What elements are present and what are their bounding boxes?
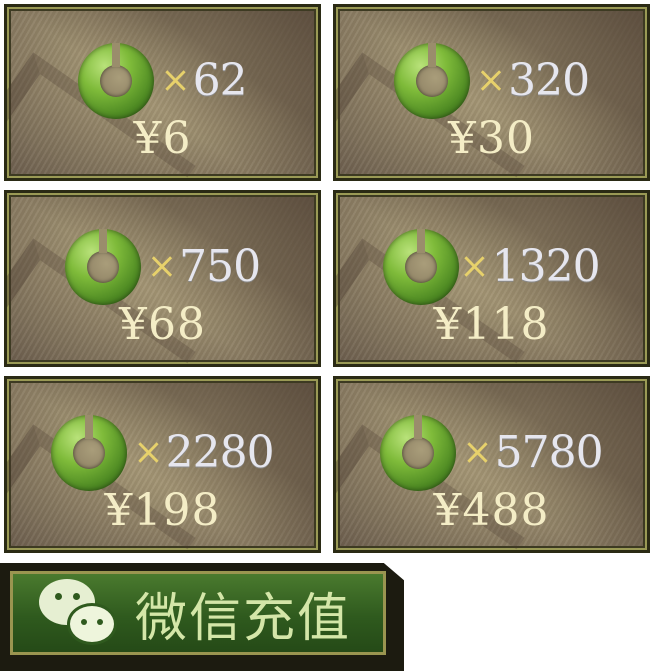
package-quantity: 5780: [494, 427, 604, 478]
package-price: ¥30: [448, 113, 535, 164]
package-price: ¥6: [133, 113, 192, 164]
wechat-recharge-label: 微信充值: [135, 588, 352, 649]
times-sign: ×: [146, 246, 178, 287]
jade-ring-icon: [78, 43, 155, 119]
jade-ring-icon: [393, 43, 470, 119]
package-card-5780[interactable]: × 5780 ¥488: [333, 376, 650, 553]
package-card-2280[interactable]: × 2280 ¥198: [4, 376, 321, 553]
package-card-1320[interactable]: × 1320 ¥118: [333, 190, 650, 367]
times-sign: ×: [133, 432, 164, 473]
jade-ring-icon: [51, 415, 128, 491]
package-card-62[interactable]: × 62 ¥6: [4, 4, 321, 181]
package-price: ¥488: [433, 485, 550, 536]
wechat-recharge-button[interactable]: 微信充值: [0, 563, 404, 671]
jade-ring-icon: [383, 229, 460, 305]
package-quantity: 62: [192, 55, 248, 106]
package-quantity: 2280: [165, 427, 275, 478]
times-sign: ×: [475, 60, 507, 101]
times-sign: ×: [459, 246, 490, 287]
times-sign: ×: [160, 60, 191, 101]
package-price: ¥68: [119, 299, 206, 350]
package-quantity: 750: [179, 241, 261, 292]
package-quantity: 1320: [491, 241, 601, 292]
wechat-button-face[interactable]: 微信充值: [10, 571, 386, 655]
times-sign: ×: [462, 432, 493, 473]
jade-ring-icon: [64, 229, 141, 305]
jade-ring-icon: [380, 415, 457, 491]
wechat-icon: [33, 573, 123, 653]
package-quantity: 320: [508, 55, 590, 106]
package-card-320[interactable]: × 320 ¥30: [333, 4, 650, 181]
package-price: ¥198: [104, 485, 221, 536]
package-card-750[interactable]: × 750 ¥68: [4, 190, 321, 367]
package-price: ¥118: [433, 299, 550, 350]
